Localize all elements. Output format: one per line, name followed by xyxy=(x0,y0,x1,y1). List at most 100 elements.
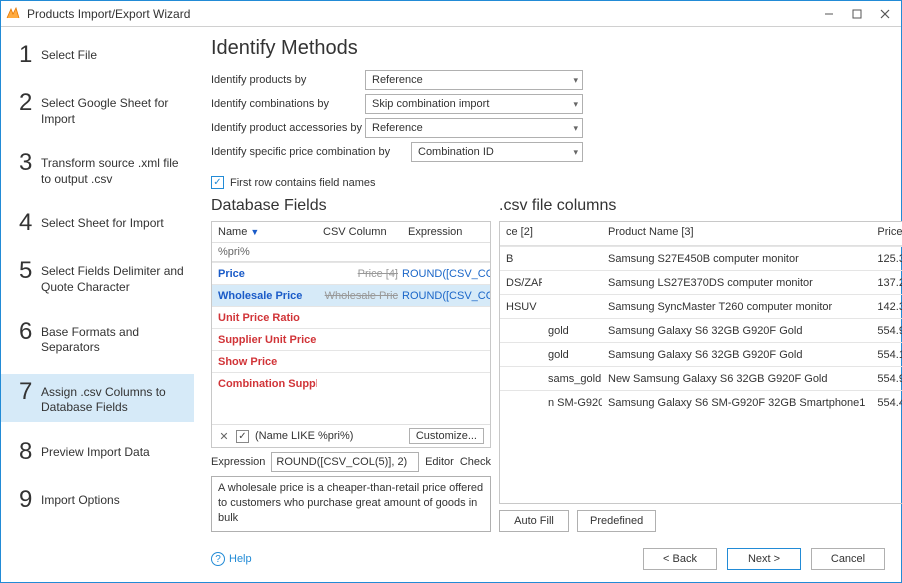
expression-row: Expression ROUND([CSV_COL(5)], 2) Editor… xyxy=(211,452,491,472)
db-field-name: Combination Supplier xyxy=(212,378,317,390)
db-field-row[interactable]: Unit Price Ratio xyxy=(212,306,490,328)
identify-price-combo-combo[interactable]: Combination ID ▾ xyxy=(411,142,583,162)
csv-data-row[interactable]: goldSamsung Galaxy S6 32GB G920F Gold554… xyxy=(500,342,902,366)
maximize-button[interactable] xyxy=(845,5,869,23)
csv-col-product-name[interactable]: Product Name [3] xyxy=(602,222,871,245)
csv-cell-price: 137.25 xyxy=(871,273,902,293)
csv-data-row[interactable]: DS/ZAR Samsung LS27E370DS computer monito… xyxy=(500,270,902,294)
identify-combinations-label: Identify combinations by xyxy=(211,98,365,110)
db-field-csvcol: Price [4] xyxy=(317,268,402,280)
expression-input[interactable]: ROUND([CSV_COL(5)], 2) xyxy=(271,452,419,472)
db-field-expr: ROUND([CSV_COL(4)]) xyxy=(402,268,490,280)
csv-data-row[interactable]: n SM-G920FSamsung Galaxy S6 SM-G920F 32G… xyxy=(500,390,902,414)
csv-cell-price: 554.99 xyxy=(871,369,902,389)
csv-cell-product-name: Samsung SyncMaster T260 computer monitor xyxy=(602,297,871,317)
identify-products-combo[interactable]: Reference ▾ xyxy=(365,70,583,90)
csv-columns-pane: .csv file columns ce [2] Product Name [3… xyxy=(499,197,902,532)
csv-cell-price: 125.33 xyxy=(871,249,902,269)
csv-preview-grid[interactable]: ce [2] Product Name [3] Price [4] Wholes… xyxy=(499,221,902,504)
csv-cell: HSUV xyxy=(500,297,542,317)
identify-products-row: Identify products by Reference ▾ xyxy=(211,70,885,90)
expression-check-link[interactable]: Check xyxy=(460,456,491,468)
expression-label: Expression xyxy=(211,456,265,468)
field-description-box: A wholesale price is a cheaper-than-reta… xyxy=(211,476,491,532)
wizard-step-6[interactable]: 6Base Formats and Separators xyxy=(1,314,194,362)
identify-price-combo-value: Combination ID xyxy=(418,146,494,158)
step-label: Import Options xyxy=(41,488,184,509)
wizard-step-7[interactable]: 7Assign .csv Columns to Database Fields xyxy=(1,374,194,422)
wizard-step-3[interactable]: 3Transform source .xml file to output .c… xyxy=(1,145,194,193)
wizard-step-9[interactable]: 9Import Options xyxy=(1,482,194,518)
identify-combinations-value: Skip combination import xyxy=(372,98,489,110)
identify-products-value: Reference xyxy=(372,74,423,86)
cancel-button[interactable]: Cancel xyxy=(811,548,885,570)
csv-data-row[interactable]: goldSamsung Galaxy S6 32GB G920F Gold554… xyxy=(500,318,902,342)
wizard-step-4[interactable]: 4Select Sheet for Import xyxy=(1,205,194,241)
csv-cell xyxy=(542,303,602,311)
close-button[interactable] xyxy=(873,5,897,23)
identify-accessories-combo[interactable]: Reference ▾ xyxy=(365,118,583,138)
csv-col-1[interactable] xyxy=(542,222,602,245)
predefined-button[interactable]: Predefined xyxy=(577,510,656,532)
db-col-expr[interactable]: Expression xyxy=(402,222,490,242)
db-field-row[interactable]: Supplier Unit Price (Tax xyxy=(212,328,490,350)
chevron-down-icon: ▾ xyxy=(573,147,578,158)
csv-col-0[interactable]: ce [2] xyxy=(500,222,542,245)
filter-enabled-checkbox[interactable]: ✓ xyxy=(236,430,249,443)
db-grid-header: Name ▼ CSV Column Expression xyxy=(212,222,490,243)
help-link[interactable]: ? Help xyxy=(211,552,252,566)
db-field-row[interactable]: Combination Supplier xyxy=(212,372,490,394)
step-number: 4 xyxy=(19,211,41,235)
step-number: 8 xyxy=(19,440,41,464)
first-row-checkbox-label: First row contains field names xyxy=(230,177,376,189)
csv-cell-product-name: Samsung LS27E370DS computer monitor xyxy=(602,273,871,293)
identify-combinations-combo[interactable]: Skip combination import ▾ xyxy=(365,94,583,114)
db-col-csv[interactable]: CSV Column xyxy=(317,222,402,242)
identify-methods-heading: Identify Methods xyxy=(211,37,885,60)
csv-data-row[interactable]: HSUV Samsung SyncMaster T260 computer mon… xyxy=(500,294,902,318)
db-col-name[interactable]: Name ▼ xyxy=(212,222,317,242)
csv-col-price[interactable]: Price [4] xyxy=(871,222,902,245)
window-title: Products Import/Export Wizard xyxy=(27,7,813,21)
expression-editor-link[interactable]: Editor xyxy=(425,456,454,468)
customize-filter-button[interactable]: Customize... xyxy=(409,428,484,444)
wizard-step-5[interactable]: 5Select Fields Delimiter and Quote Chara… xyxy=(1,253,194,301)
back-button[interactable]: < Back xyxy=(643,548,717,570)
db-field-row[interactable]: PricePrice [4]ROUND([CSV_COL(4)]) xyxy=(212,262,490,284)
csv-grid-body: BSamsung S27E450B computer monitor125.33… xyxy=(500,246,902,503)
minimize-button[interactable] xyxy=(817,5,841,23)
csv-data-row[interactable]: sams_goldNew Samsung Galaxy S6 32GB G920… xyxy=(500,366,902,390)
step-label: Select Sheet for Import xyxy=(41,211,184,232)
wizard-step-1[interactable]: 1Select File xyxy=(1,37,194,73)
step-number: 1 xyxy=(19,43,41,67)
db-field-name: Wholesale Price xyxy=(212,290,317,302)
chevron-down-icon: ▾ xyxy=(573,99,578,110)
next-button[interactable]: Next > xyxy=(727,548,801,570)
csv-data-row[interactable]: BSamsung S27E450B computer monitor125.33… xyxy=(500,246,902,270)
step-label: Transform source .xml file to output .cs… xyxy=(41,151,184,187)
step-number: 3 xyxy=(19,151,41,175)
wizard-step-8[interactable]: 8Preview Import Data xyxy=(1,434,194,470)
identify-combinations-row: Identify combinations by Skip combinatio… xyxy=(211,94,885,114)
first-row-checkbox-row[interactable]: ✓ First row contains field names xyxy=(211,176,885,189)
db-field-row[interactable]: Show Price xyxy=(212,350,490,372)
auto-fill-button[interactable]: Auto Fill xyxy=(499,510,569,532)
db-grid-filter-input[interactable]: %pri% xyxy=(212,243,490,262)
step-number: 7 xyxy=(19,380,41,404)
step-label: Preview Import Data xyxy=(41,440,184,461)
csv-columns-heading: .csv file columns xyxy=(499,197,902,215)
database-fields-grid[interactable]: Name ▼ CSV Column Expression %pri% Price… xyxy=(211,221,491,448)
clear-filter-icon[interactable]: ✕ xyxy=(218,430,230,443)
wizard-steps-sidebar: 1Select File 2Select Google Sheet for Imp… xyxy=(1,27,195,540)
db-field-csvcol: Wholesale Pric xyxy=(317,290,402,302)
csv-cell-price: 554.45 xyxy=(871,393,902,413)
wizard-step-2[interactable]: 2Select Google Sheet for Import xyxy=(1,85,194,133)
chevron-down-icon: ▾ xyxy=(573,123,578,134)
step-label: Select Fields Delimiter and Quote Charac… xyxy=(41,259,184,295)
db-field-row[interactable]: Wholesale PriceWholesale PricROUND([CSV_… xyxy=(212,284,490,306)
csv-cell: DS/ZAR xyxy=(500,273,542,293)
csv-cell-price: 554.19 xyxy=(871,345,902,365)
csv-cell-price: 142.36 xyxy=(871,297,902,317)
csv-cell-product-name: Samsung S27E450B computer monitor xyxy=(602,249,871,269)
titlebar: Products Import/Export Wizard xyxy=(1,1,901,27)
